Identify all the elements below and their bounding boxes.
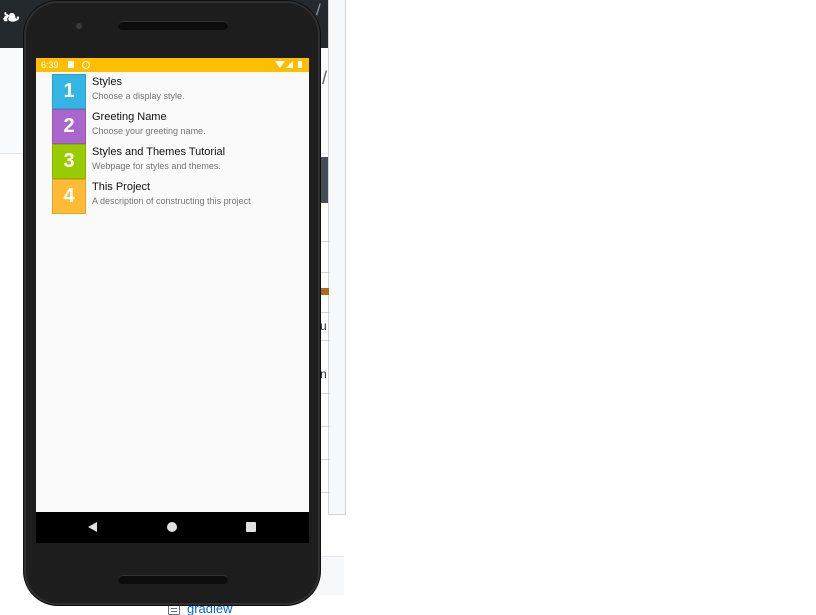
list-item-greeting-name[interactable]: 2 Greeting Name Choose your greeting nam…	[36, 109, 309, 144]
status-bar: 6:39	[36, 58, 309, 72]
back-icon[interactable]	[88, 522, 97, 532]
item-subtitle: A description of constructing this proje…	[92, 196, 251, 206]
earpiece-speaker	[118, 21, 228, 30]
desktop: ❧ / / u n gradlew 6:39 1 Styles Choose a…	[0, 0, 816, 615]
list-item-styles-themes-tutorial[interactable]: 3 Styles and Themes Tutorial Webpage for…	[36, 144, 309, 179]
signal-icon	[286, 61, 293, 68]
sd-card-icon	[68, 61, 74, 68]
header-slash-icon: /	[316, 2, 321, 18]
breadcrumb-slash-icon: /	[322, 68, 328, 88]
camera-icon	[76, 23, 82, 29]
code-button[interactable]	[320, 157, 328, 203]
language-bar	[320, 288, 329, 295]
number-tile: 3	[52, 144, 86, 179]
sync-icon	[82, 61, 90, 69]
bottom-speaker	[118, 575, 228, 584]
item-title: Styles and Themes Tutorial	[92, 146, 226, 158]
item-title: Styles	[92, 76, 122, 88]
number-tile: 1	[52, 74, 86, 109]
item-title: This Project	[92, 181, 151, 193]
browser-content-panel	[328, 0, 346, 515]
list-item-styles[interactable]: 1 Styles Choose a display style.	[36, 74, 309, 109]
emulator-device: 6:39 1 Styles Choose a display style. 2 …	[24, 1, 320, 605]
table-cell-text: n	[320, 367, 327, 381]
recents-icon[interactable]	[246, 522, 256, 532]
item-subtitle: Choose your greeting name.	[92, 126, 206, 136]
table-cell-text: u	[320, 319, 327, 333]
number-tile: 4	[52, 179, 86, 214]
item-subtitle: Webpage for styles and themes.	[92, 161, 221, 171]
navigation-bar	[36, 512, 309, 543]
github-logo-icon[interactable]: ❧	[2, 7, 20, 29]
battery-icon	[298, 61, 302, 68]
item-title: Greeting Name	[92, 111, 167, 123]
list-item-this-project[interactable]: 4 This Project A description of construc…	[36, 179, 309, 214]
home-icon[interactable]	[167, 522, 177, 532]
status-time: 6:39	[41, 60, 59, 70]
wifi-icon	[275, 61, 285, 68]
number-tile: 2	[52, 109, 86, 144]
item-subtitle: Choose a display style.	[92, 91, 185, 101]
device-screen: 6:39 1 Styles Choose a display style. 2 …	[36, 58, 309, 543]
